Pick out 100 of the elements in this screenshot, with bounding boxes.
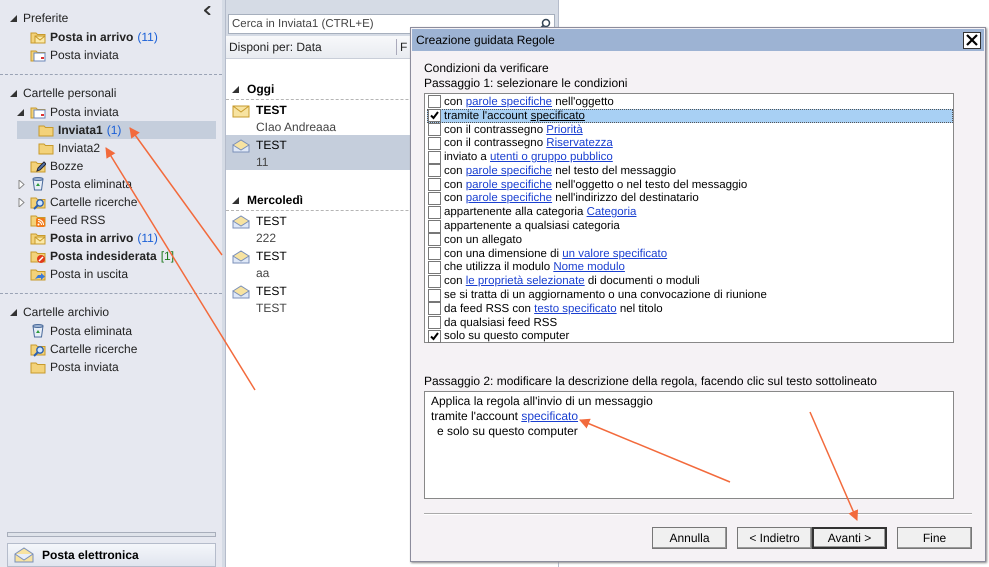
checkbox[interactable] (428, 95, 441, 108)
checkbox[interactable] (428, 316, 441, 330)
condition-label[interactable]: da qualsiasi feed RSS (444, 316, 558, 329)
unread-count: (1) (106, 123, 122, 137)
condition-label[interactable]: da feed RSS con testo specificato nel titolo (444, 302, 663, 315)
group-header: Mercoledì (247, 193, 304, 207)
condition-label[interactable]: con parole specifiche nell'indirizzo del destinatario (444, 192, 699, 204)
condition-label[interactable]: con le proprietà selezionate di documenti o moduli (444, 275, 700, 288)
folder-item[interactable]: Posta in uscita (17, 265, 216, 283)
checkbox[interactable] (428, 274, 441, 288)
checkbox[interactable] (428, 233, 441, 246)
condition-link[interactable]: Nome modulo (553, 261, 625, 274)
arrange-by-header[interactable]: Disponi per: Data (226, 39, 396, 55)
condition-link[interactable]: parole specifiche (466, 178, 552, 191)
condition-label[interactable]: con una dimensione di un valore specificato (444, 248, 668, 260)
checkbox[interactable] (428, 288, 441, 302)
condition-link[interactable]: parole specifiche (466, 192, 552, 204)
condition-link[interactable]: specificato (530, 110, 585, 122)
condition-link[interactable]: un valore specificato (562, 248, 668, 260)
checkbox[interactable] (428, 109, 441, 122)
expander-icon[interactable] (17, 108, 26, 116)
folder-name: Posta inviata (50, 48, 119, 62)
condition-label[interactable]: con parole specifiche nell'oggetto (444, 96, 614, 108)
checkbox[interactable] (428, 330, 441, 343)
section-label: Condizioni da verificare (424, 61, 550, 76)
folder-name: Cartelle ricerche (50, 342, 138, 356)
folder-item[interactable]: Inviata1 (1) (17, 121, 216, 139)
message-subject: TEST (256, 249, 287, 263)
folder-item[interactable]: Inviata2 (17, 139, 216, 157)
condition-label[interactable]: solo su questo computer (444, 330, 570, 342)
folder-item[interactable]: Cartelle ricerche (17, 193, 216, 211)
unread-count: (11) (137, 30, 158, 44)
close-icon (966, 34, 978, 46)
dialog-button[interactable]: Fine (897, 527, 972, 549)
folder-item[interactable]: Posta inviata (17, 46, 216, 64)
expander-icon[interactable] (10, 308, 19, 316)
folder-item[interactable]: Bozze (17, 157, 216, 175)
section-header[interactable]: Preferite (23, 11, 68, 25)
folder-item[interactable]: Posta eliminata (17, 322, 216, 340)
condition-link[interactable]: Categoria (586, 206, 636, 218)
dialog-title: Creazione guidata Regole (416, 33, 555, 47)
checkbox[interactable] (428, 164, 441, 178)
expander-icon[interactable] (232, 84, 241, 94)
section-header[interactable]: Cartelle personali (23, 86, 116, 100)
expander-icon[interactable] (10, 14, 19, 22)
message-preview: CIao Andreaaa (256, 120, 336, 134)
step-label: Passaggio 1: selezionare le condizioni (424, 76, 628, 91)
checkbox[interactable] (428, 123, 441, 136)
folder-name: Cartelle ricerche (50, 195, 138, 209)
section-header[interactable]: Cartelle archivio (23, 305, 110, 319)
expander-icon[interactable] (10, 88, 19, 98)
checkbox[interactable] (428, 260, 441, 274)
mail-nav-button[interactable]: Posta elettronica (7, 543, 216, 567)
description-line: tramite l'account specificato (431, 409, 578, 423)
checkbox[interactable] (428, 247, 441, 260)
column-header[interactable]: F (396, 39, 408, 55)
condition-link[interactable]: testo specificato (534, 302, 617, 315)
folder-item[interactable]: Posta inviata (17, 358, 216, 376)
dialog-button[interactable]: Annulla (652, 527, 727, 549)
folder-item[interactable]: Feed RSS (17, 211, 216, 229)
condition-label[interactable]: con un allegato (444, 234, 522, 246)
folder-item[interactable]: Cartelle ricerche (17, 340, 216, 358)
checkbox[interactable] (428, 220, 441, 233)
condition-label[interactable]: che utilizza il modulo Nome modulo (444, 261, 625, 274)
folder-name: Posta inviata (50, 360, 119, 374)
condition-label[interactable]: con parole specifiche nell'oggetto o nel testo del messaggio (444, 178, 748, 191)
condition-label[interactable]: appartenente alla categoria Categoria (444, 206, 636, 218)
message-subject: TEST (256, 284, 287, 298)
condition-link[interactable]: Priorità (546, 124, 583, 136)
folder-item[interactable]: Posta inviata (17, 103, 216, 121)
message-subject: TEST (256, 214, 287, 228)
unread-count: (11) (137, 231, 158, 245)
dialog-button[interactable]: Avanti > (812, 527, 887, 549)
close-button[interactable] (963, 32, 981, 48)
folder-name: Inviata2 (58, 141, 100, 155)
dialog-button[interactable]: < Indietro (737, 527, 812, 549)
folder-name: Posta eliminata (50, 324, 132, 338)
folder-name: Bozze (50, 159, 84, 173)
message-preview: TEST (256, 301, 287, 315)
folder-name: Posta inviata (50, 105, 119, 119)
collapse-chevron-icon[interactable] (204, 6, 212, 15)
checkbox[interactable] (428, 192, 441, 205)
trash-icon (30, 176, 46, 192)
message-subject: TEST (256, 103, 288, 117)
checkbox[interactable] (428, 206, 441, 219)
folder-item[interactable]: Posta in arrivo (11) (17, 229, 216, 247)
condition-label[interactable]: con il contrassegno Priorità (444, 124, 583, 136)
checkbox[interactable] (428, 302, 441, 316)
condition-link[interactable]: parole specifiche (466, 96, 552, 108)
expander-icon[interactable] (232, 196, 241, 204)
condition-label[interactable]: se si tratta di un aggiornamento o una convocazione di riunione (444, 289, 767, 302)
condition-link[interactable]: specificato (521, 409, 578, 423)
checkbox[interactable] (428, 136, 441, 150)
checkbox[interactable] (428, 178, 441, 192)
folder-item[interactable]: Posta in arrivo (11) (17, 28, 216, 46)
folder-name: Posta indesiderata (50, 249, 157, 263)
condition-label[interactable]: appartenente a qualsiasi categoria (444, 220, 620, 232)
checkbox[interactable] (428, 150, 441, 164)
condition-link[interactable]: le proprietà selezionate (466, 275, 585, 288)
message-subject: TEST (256, 138, 287, 152)
